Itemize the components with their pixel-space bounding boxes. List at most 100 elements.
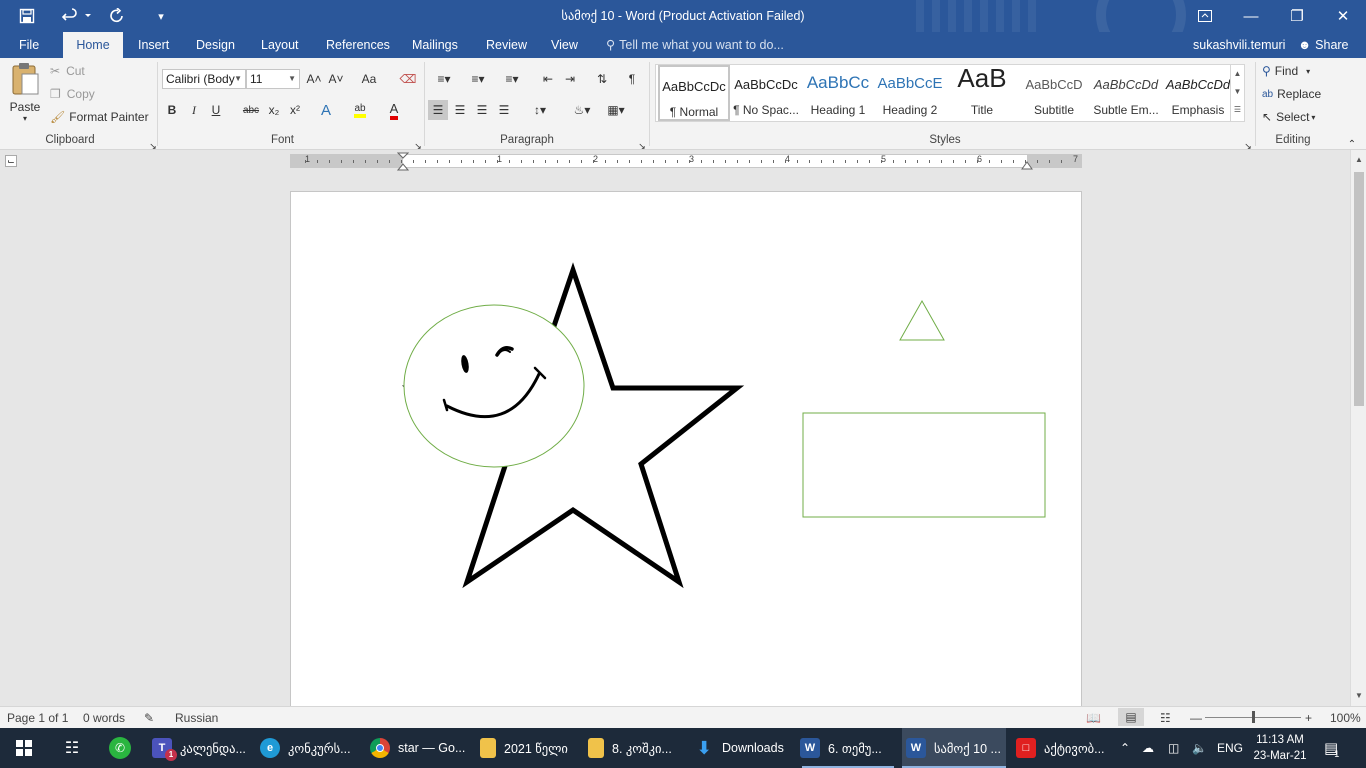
volume-icon[interactable]: 🔈 — [1192, 728, 1207, 768]
taskbar-item[interactable]: 8. კოშკი... — [582, 728, 686, 768]
onedrive-icon[interactable]: ☁ — [1142, 728, 1154, 768]
show-formatting-button[interactable]: ¶ — [622, 69, 642, 89]
taskbar-item[interactable]: e კონკურს... — [254, 728, 358, 768]
tab-references[interactable]: References — [316, 32, 400, 58]
web-layout-icon[interactable]: ☷ — [1160, 711, 1171, 725]
document-area[interactable] — [0, 172, 1350, 706]
subscript-button[interactable]: x₂ — [264, 100, 284, 120]
clear-formatting-icon[interactable]: ⌫ — [398, 69, 418, 89]
scroll-up-icon[interactable]: ▲ — [1351, 152, 1366, 168]
word-count[interactable]: 0 words — [83, 711, 125, 725]
numbering-icon[interactable]: ≡▾ — [464, 69, 492, 89]
taskbar-item[interactable]: ⬇ Downloads — [690, 728, 794, 768]
styles-scroll[interactable]: ▲ ▼ ☰ — [1230, 65, 1244, 121]
zoom-level[interactable]: 100% — [1330, 711, 1361, 725]
bullets-icon[interactable]: ≡▾ — [430, 69, 458, 89]
taskbar-item-active[interactable]: W სამოქ 10 ... — [902, 728, 1006, 768]
change-case-button[interactable]: Aa — [356, 69, 382, 89]
triangle-shape[interactable] — [899, 299, 945, 341]
scroll-down-icon[interactable]: ▼ — [1351, 688, 1366, 704]
input-language[interactable]: ENG — [1217, 728, 1243, 768]
style-normal[interactable]: AaBbCcDc ¶ Normal — [658, 65, 730, 121]
right-indent-marker-icon[interactable] — [1021, 160, 1033, 170]
highlight-icon[interactable]: ab — [350, 100, 370, 120]
style-subtitle[interactable]: AaBbCcD Subtitle — [1018, 65, 1090, 121]
document-page[interactable] — [290, 191, 1082, 706]
taskbar-item[interactable]: □ აქტივობ... — [1012, 728, 1116, 768]
find-button[interactable]: ⚲ Find ▾ — [1262, 64, 1310, 78]
italic-button[interactable]: I — [184, 100, 204, 120]
shrink-font-button[interactable]: A˅ — [326, 69, 346, 89]
multilevel-list-icon[interactable]: ≡▾ — [498, 69, 526, 89]
windows-start-icon[interactable] — [12, 728, 36, 768]
proofing-icon[interactable]: ✎ — [144, 711, 154, 725]
style-emphasis[interactable]: AaBbCcDd Emphasis — [1162, 65, 1234, 121]
style-subtle-emphasis[interactable]: AaBbCcDd Subtle Em... — [1090, 65, 1162, 121]
close-button[interactable]: ✕ — [1320, 0, 1366, 32]
text-effects-icon[interactable]: A — [316, 100, 336, 120]
tab-design[interactable]: Design — [186, 32, 245, 58]
font-size-select[interactable]: 11 ▼ — [246, 69, 300, 89]
restore-button[interactable]: ❐ — [1274, 0, 1320, 32]
replace-button[interactable]: ab Replace — [1262, 87, 1321, 101]
show-hidden-icons[interactable]: ⌃ — [1120, 728, 1130, 768]
decrease-indent-icon[interactable]: ⇤ — [538, 69, 558, 89]
language-indicator[interactable]: Russian — [175, 711, 218, 725]
print-layout-icon[interactable]: ▤ — [1118, 708, 1144, 726]
scroll-thumb[interactable] — [1354, 172, 1364, 406]
select-button[interactable]: ↖ Select ▾ — [1262, 110, 1315, 124]
align-left-icon[interactable]: ☰ — [428, 100, 448, 120]
horizontal-ruler[interactable]: 1 1 2 3 4 5 6 7 — [290, 152, 1082, 171]
rectangle-shape[interactable] — [802, 412, 1046, 518]
strikethrough-button[interactable]: abc — [240, 100, 262, 120]
minimize-button[interactable]: — — [1228, 0, 1274, 32]
style-no-spacing[interactable]: AaBbCcDc ¶ No Spac... — [730, 65, 802, 121]
paste-button[interactable]: Paste ▾ — [6, 62, 44, 134]
bold-button[interactable]: B — [162, 100, 182, 120]
sort-icon[interactable]: ⇅ — [592, 69, 612, 89]
copy-button[interactable]: ❐ Copy — [50, 87, 95, 101]
tell-me-search[interactable]: ⚲ Tell me what you want to do... — [606, 32, 784, 58]
format-painter-button[interactable]: 🖌 Format Painter — [50, 110, 149, 124]
vertical-scrollbar[interactable]: ▲ ▼ — [1350, 150, 1366, 706]
notification-center-icon[interactable]: ▤ 1 — [1324, 728, 1339, 768]
taskbar-item[interactable]: W 6. თემუ... — [796, 728, 900, 768]
justify-icon[interactable]: ☰ — [494, 100, 514, 120]
task-view-icon[interactable]: ☷ — [60, 728, 84, 768]
clock[interactable]: 11:13 AM 23-Mar-21 — [1252, 728, 1308, 768]
shading-icon[interactable]: ♨▾ — [568, 100, 596, 120]
tab-file[interactable]: File — [9, 32, 49, 58]
line-spacing-icon[interactable]: ↕▾ — [526, 100, 554, 120]
taskbar-item[interactable]: star — Go... — [364, 728, 468, 768]
font-color-icon[interactable]: A — [384, 100, 404, 120]
align-right-icon[interactable]: ☰ — [472, 100, 492, 120]
share-button[interactable]: ☻ Share — [1298, 32, 1349, 58]
battery-icon[interactable]: ◫ — [1168, 728, 1179, 768]
tab-mailings[interactable]: Mailings — [402, 32, 468, 58]
zoom-slider[interactable] — [1205, 711, 1301, 723]
grow-font-button[interactable]: A˄ — [304, 69, 324, 89]
style-heading-2[interactable]: AaBbCcE Heading 2 — [874, 65, 946, 121]
zoom-in-button[interactable]: + — [1305, 711, 1312, 725]
tab-insert[interactable]: Insert — [128, 32, 179, 58]
underline-button[interactable]: U — [206, 100, 226, 120]
zoom-slider-thumb[interactable] — [1252, 711, 1255, 723]
style-title[interactable]: AaB Title — [946, 63, 1018, 121]
read-mode-icon[interactable]: 📖 — [1086, 711, 1101, 725]
tab-layout[interactable]: Layout — [251, 32, 309, 58]
increase-indent-icon[interactable]: ⇥ — [560, 69, 580, 89]
tab-view[interactable]: View — [541, 32, 588, 58]
whatsapp-icon[interactable]: ✆ — [108, 728, 132, 768]
page-count[interactable]: Page 1 of 1 — [7, 711, 68, 725]
style-heading-1[interactable]: AaBbCc Heading 1 — [802, 65, 874, 121]
font-name-select[interactable]: Calibri (Body ▼ — [162, 69, 246, 89]
zoom-out-button[interactable]: — — [1190, 711, 1202, 725]
smiley-face-shape[interactable] — [403, 304, 585, 468]
cut-button[interactable]: ✂ Cut — [50, 64, 85, 78]
tab-review[interactable]: Review — [476, 32, 537, 58]
user-account[interactable]: sukashvili.temuri — [1193, 32, 1285, 58]
borders-icon[interactable]: ▦▾ — [602, 100, 630, 120]
align-center-icon[interactable]: ☰ — [450, 100, 470, 120]
tab-home[interactable]: Home — [63, 32, 123, 58]
taskbar-item[interactable]: T1 კალენდა... — [146, 728, 250, 768]
